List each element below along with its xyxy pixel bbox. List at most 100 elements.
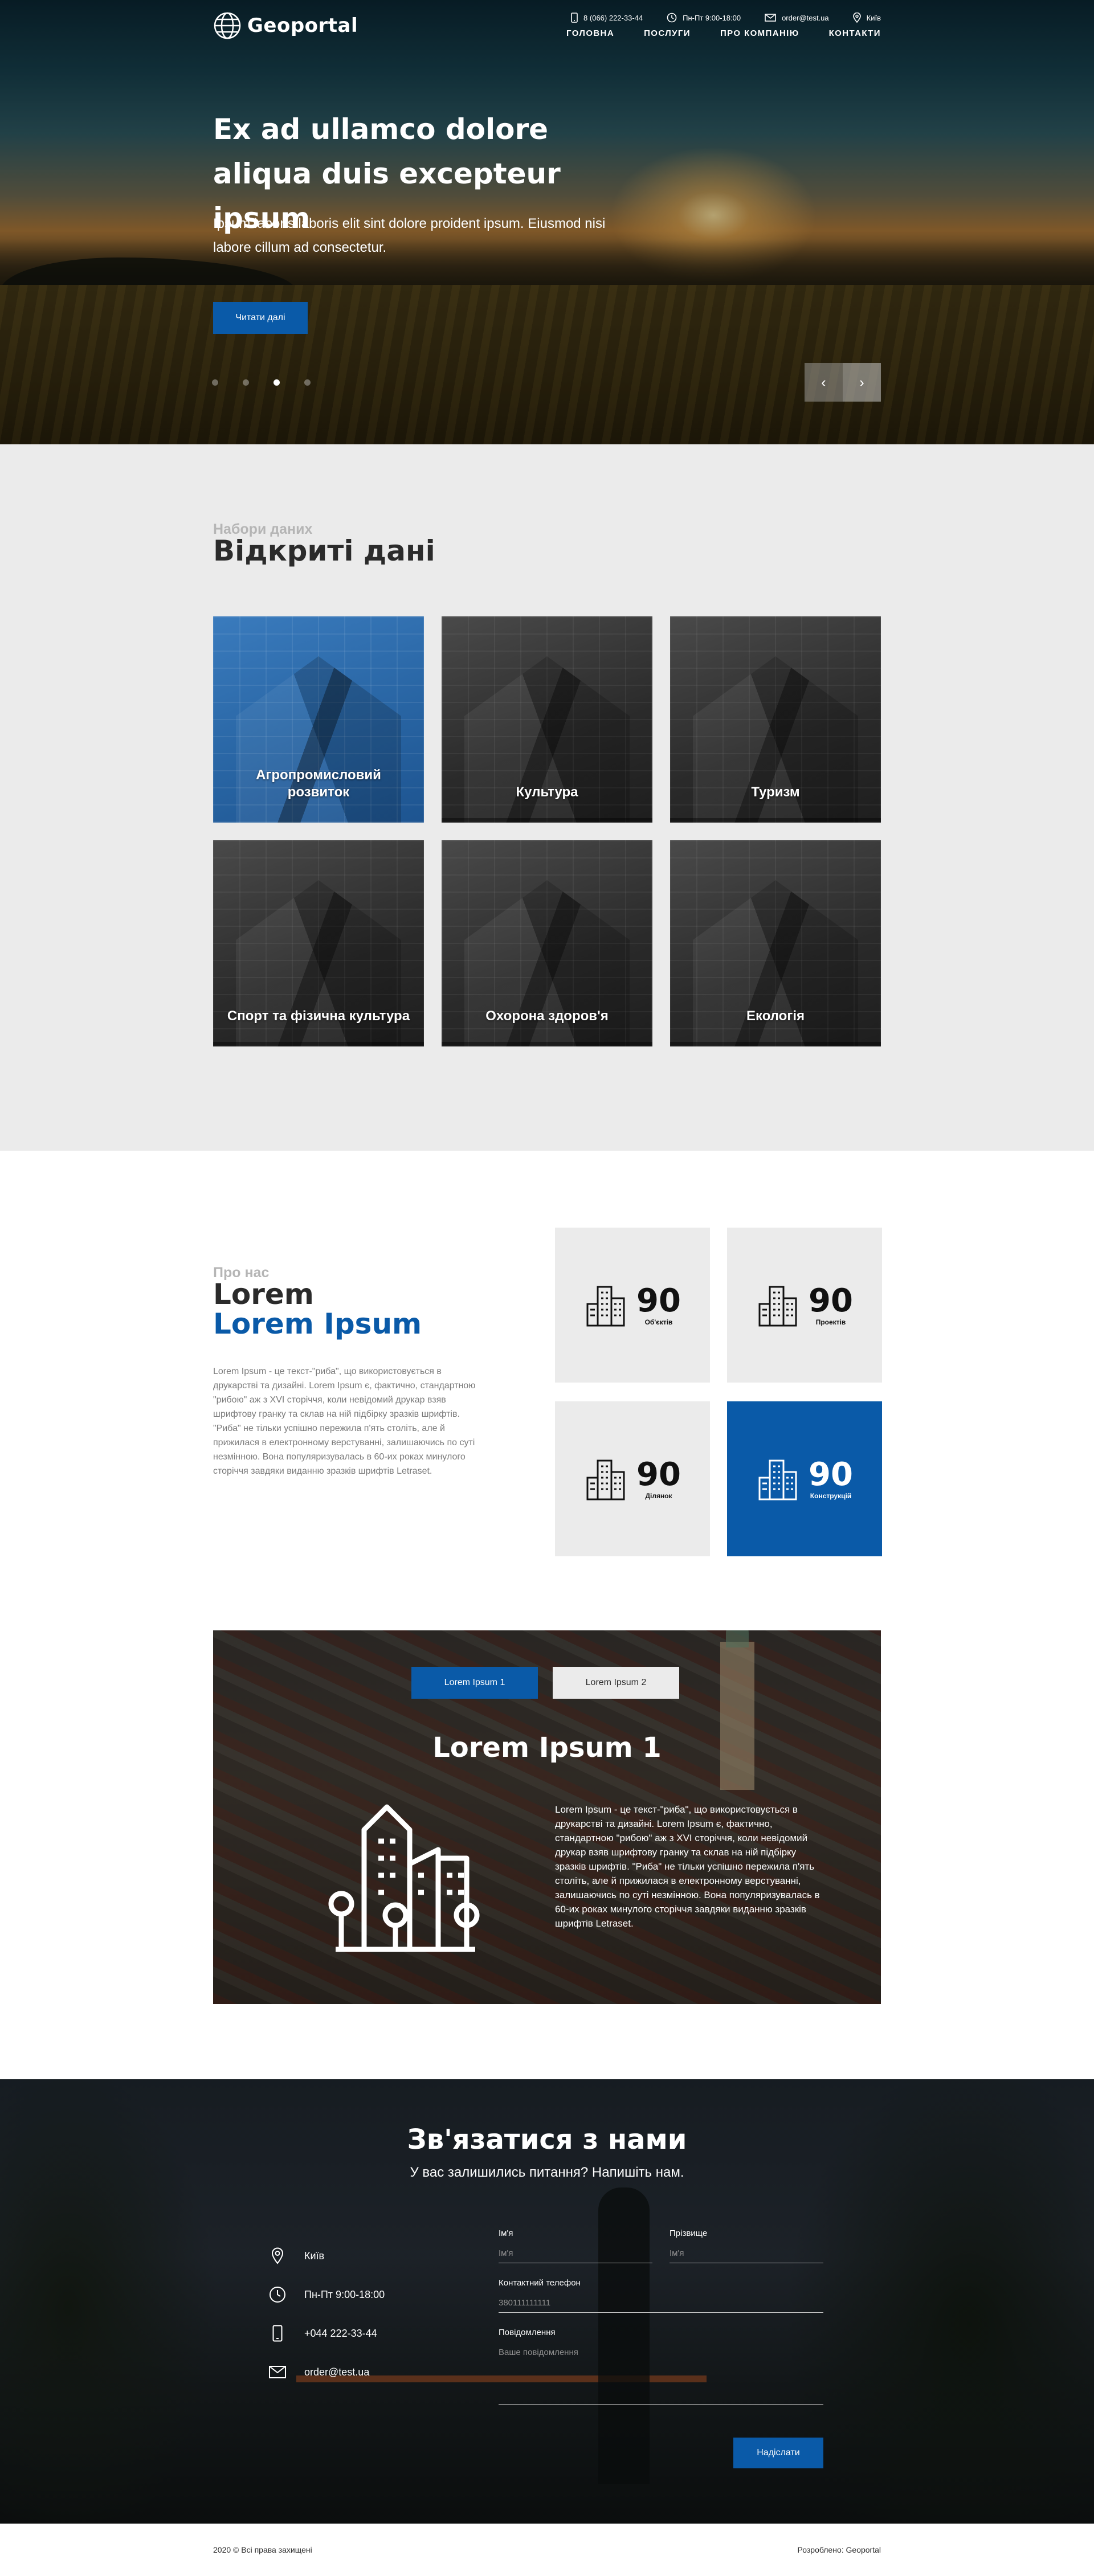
- footer-credit: Розроблено: Geoportal: [797, 2545, 881, 2554]
- footer: 2020 © Всі права захищені Розроблено: Ge…: [0, 2524, 1094, 2576]
- dataset-tile[interactable]: Культура: [442, 616, 652, 823]
- slider-dot-3[interactable]: [274, 379, 280, 386]
- location-pin-icon: [852, 13, 861, 23]
- name-field-group: Ім'я: [499, 2229, 652, 2263]
- stat-card: 90 Проектів: [727, 1228, 882, 1383]
- clock-icon: [270, 2287, 285, 2303]
- phone-field-group: Контактний телефон: [499, 2278, 823, 2313]
- stats-grid: 90 Об'єктів 90 Проектів 90 Ділянок 90 Констр…: [555, 1228, 882, 1556]
- contact-hours: Пн-Пт 9:00-18:00: [269, 2275, 385, 2314]
- surname-input[interactable]: [670, 2248, 823, 2263]
- stat-label: Ділянок: [645, 1492, 672, 1500]
- dataset-tile[interactable]: Туризм: [670, 616, 881, 823]
- contact-email-text: order@test.ua: [304, 2366, 370, 2378]
- header-email: order@test.ua: [765, 13, 829, 23]
- contact-phone-text: +044 222-33-44: [304, 2327, 377, 2339]
- tab-lorem-ipsum-2[interactable]: Lorem Ipsum 2: [553, 1667, 679, 1699]
- stat-card: 90 Ділянок: [555, 1401, 710, 1556]
- dataset-tile-label: Культура: [516, 784, 578, 800]
- header-phone: 8 (066) 222-33-44: [571, 13, 643, 23]
- stat-card: 90 Конструкцій: [727, 1401, 882, 1556]
- contact-email: order@test.ua: [269, 2353, 385, 2391]
- stat-label: Проектів: [815, 1318, 846, 1326]
- stat-card: 90 Об'єктів: [555, 1228, 710, 1383]
- clock-icon: [667, 13, 677, 23]
- main-nav: ГОЛОВНА ПОСЛУГИ ПРО КОМПАНІЮ КОНТАКТИ: [566, 28, 881, 38]
- slider-dot-2[interactable]: [243, 379, 249, 386]
- contact-city-text: Київ: [304, 2250, 325, 2262]
- nav-services[interactable]: ПОСЛУГИ: [644, 28, 691, 38]
- prev-slide-button[interactable]: ‹: [805, 363, 843, 402]
- slider-dot-1[interactable]: [212, 379, 218, 386]
- message-field-group: Повідомлення: [499, 2328, 823, 2407]
- header-contacts: 8 (066) 222-33-44 Пн-Пт 9:00-18:00 order…: [571, 13, 881, 23]
- open-data-section: Набори даних Відкриті дані Агропромислов…: [0, 444, 1094, 1151]
- surname-label: Прізвище: [670, 2229, 708, 2238]
- slider-dots: [212, 379, 311, 386]
- globe-icon: [214, 12, 241, 39]
- header-email-text: order@test.ua: [782, 13, 829, 22]
- read-more-button[interactable]: Читати далі: [213, 302, 308, 334]
- chevron-left-icon: ‹: [821, 373, 826, 391]
- header-phone-text: 8 (066) 222-33-44: [583, 13, 643, 22]
- mail-icon: [269, 2366, 286, 2378]
- about-section: Про нас Lorem Lorem Ipsum Lorem Ipsum - …: [0, 1151, 1094, 2079]
- hero-subtitle: Ipsum laboris laboris elit sint dolore p…: [213, 216, 606, 255]
- about-text: Lorem Ipsum - це текст-"риба", що викори…: [213, 1367, 476, 1476]
- surname-field-group: Прізвище: [670, 2229, 823, 2263]
- contact-form: Ім'я Прізвище Контактний телефон Повідом…: [499, 2229, 823, 2468]
- dataset-tile[interactable]: Охорона здоров'я: [442, 840, 652, 1046]
- buildings-icon: [758, 1286, 797, 1327]
- dataset-tile-label: Охорона здоров'я: [485, 1008, 609, 1024]
- stat-value: 90: [636, 1456, 681, 1493]
- city-buildings-icon: [328, 1804, 480, 1952]
- dataset-tile[interactable]: Агропромисловий розвиток: [213, 616, 424, 823]
- mail-icon: [765, 14, 776, 22]
- contact-city: Київ: [269, 2236, 385, 2275]
- buildings-icon: [586, 1286, 625, 1327]
- tab-content-title: Lorem Ipsum 1: [432, 1732, 662, 1764]
- dataset-tile[interactable]: Екологія: [670, 840, 881, 1046]
- tile-bottom-bar: [670, 1042, 881, 1046]
- tab-lorem-ipsum-1[interactable]: Lorem Ipsum 1: [411, 1667, 538, 1699]
- stat-value: 90: [809, 1456, 853, 1493]
- stat-label: Конструкцій: [810, 1492, 852, 1500]
- phone-input[interactable]: [499, 2298, 823, 2313]
- contact-phone: +044 222-33-44: [269, 2314, 385, 2353]
- nav-about[interactable]: ПРО КОМПАНІЮ: [720, 28, 799, 38]
- dataset-tile[interactable]: Спорт та фізична культура: [213, 840, 424, 1046]
- tile-bottom-bar: [670, 818, 881, 823]
- nav-home[interactable]: ГОЛОВНА: [566, 28, 614, 38]
- footer-copyright: 2020 © Всі права захищені: [213, 2545, 312, 2554]
- header-hours: Пн-Пт 9:00-18:00: [667, 13, 741, 23]
- about-title: Lorem Lorem Ipsum: [213, 1279, 422, 1339]
- send-button[interactable]: Надіслати: [733, 2438, 823, 2468]
- dataset-tile-label: Агропромисловий розвиток: [256, 767, 381, 800]
- tile-bottom-bar: [442, 818, 652, 823]
- chevron-right-icon: ›: [859, 373, 864, 391]
- dataset-tile-label: Екологія: [746, 1008, 805, 1024]
- nav-contacts[interactable]: КОНТАКТИ: [829, 28, 881, 38]
- header-city: Київ: [852, 13, 881, 23]
- next-slide-button[interactable]: ›: [843, 363, 881, 402]
- datasets-grid: Агропромисловий розвиток Культура Туризм…: [213, 616, 881, 1046]
- location-pin-icon: [271, 2247, 284, 2264]
- tab-content-text: Lorem Ipsum - це текст-"риба", що викори…: [555, 1804, 820, 1929]
- phone-icon: [272, 2325, 283, 2342]
- name-input[interactable]: [499, 2248, 652, 2263]
- contact-info: Київ Пн-Пт 9:00-18:00 +044 222-33-44 ord…: [269, 2236, 385, 2391]
- header-hours-text: Пн-Пт 9:00-18:00: [683, 13, 741, 22]
- tabs: Lorem Ipsum 1 Lorem Ipsum 2: [411, 1667, 679, 1699]
- logo[interactable]: Geoportal: [213, 11, 358, 40]
- stat-value: 90: [809, 1282, 853, 1319]
- hero-slider: Geoportal 8 (066) 222-33-44 Пн-Пт 9:00-1…: [0, 0, 1094, 444]
- message-textarea[interactable]: [499, 2348, 823, 2405]
- buildings-icon: [586, 1459, 625, 1500]
- name-label: Ім'я: [499, 2229, 513, 2238]
- tile-bottom-bar: [213, 1042, 424, 1046]
- buildings-icon: [758, 1459, 797, 1500]
- datasets-title: Відкриті дані: [213, 534, 435, 567]
- slider-dot-4[interactable]: [304, 379, 311, 386]
- dataset-tile-label: Спорт та фізична культура: [227, 1008, 410, 1024]
- brand-name: Geoportal: [247, 14, 358, 37]
